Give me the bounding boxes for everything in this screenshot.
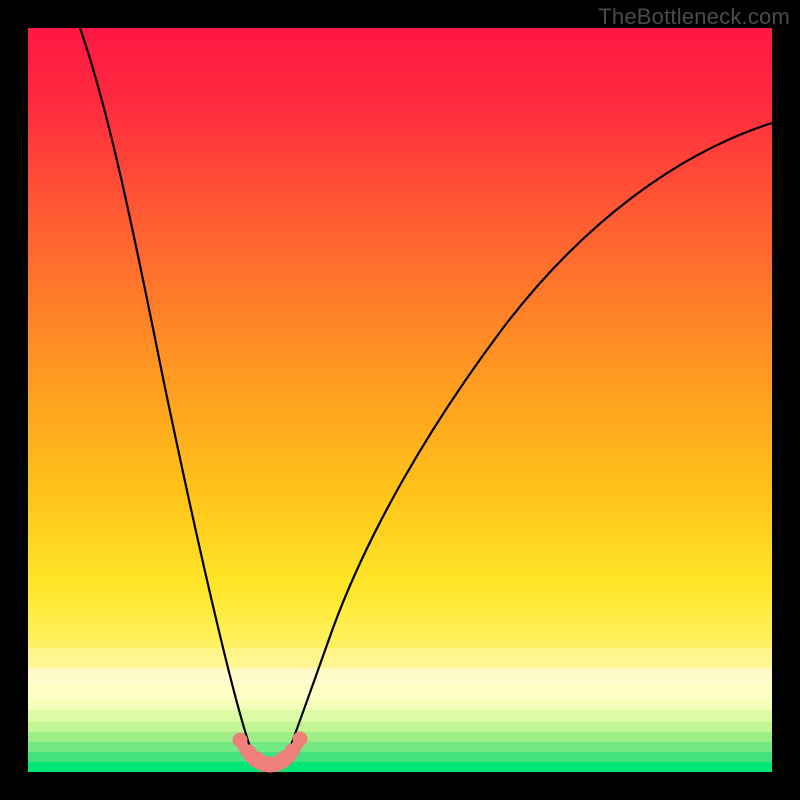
watermark-text: TheBottleneck.com [598, 4, 790, 30]
curves-layer [28, 28, 772, 772]
marker-dot [293, 732, 308, 747]
right-curve [285, 123, 772, 761]
plot-frame [28, 28, 772, 772]
left-curve [80, 28, 255, 761]
marker-dot [233, 733, 248, 748]
